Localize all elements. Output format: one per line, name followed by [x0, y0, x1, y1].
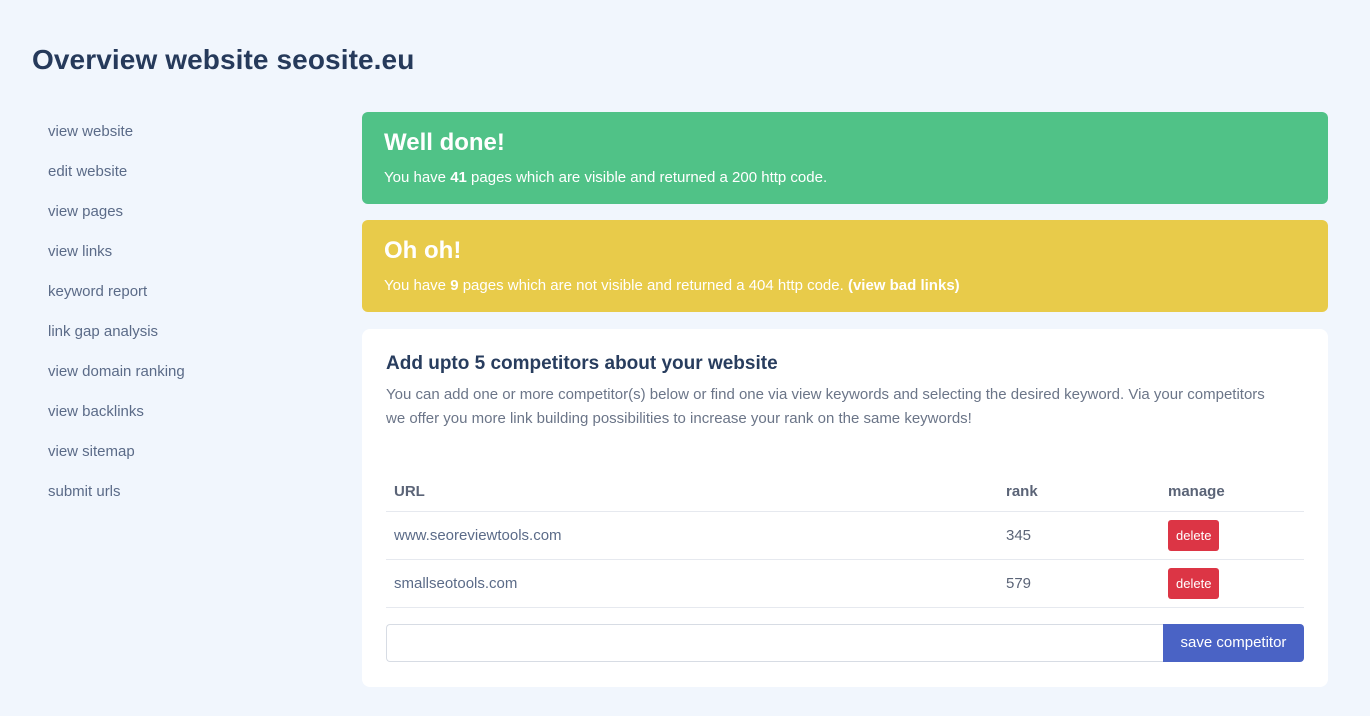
sidebar-item-view-pages[interactable]: view pages	[48, 192, 328, 232]
sidebar-item-keyword-report[interactable]: keyword report	[48, 272, 328, 312]
save-competitor-button[interactable]: save competitor	[1163, 623, 1304, 662]
delete-button[interactable]: delete	[1168, 519, 1220, 551]
table-row: smallseotools.com 579 delete	[386, 559, 1304, 608]
visible-pages-count: 41	[450, 169, 467, 186]
column-header-manage: manage	[1160, 473, 1304, 512]
competitors-card: Add upto 5 competitors about your websit…	[362, 329, 1328, 687]
page-title: Overview website seosite.eu	[32, 44, 415, 75]
competitor-rank: 345	[998, 511, 1160, 560]
table-row: www.seoreviewtools.com 345 delete	[386, 511, 1304, 560]
warning-alert-suffix: pages which are not visible and returned…	[458, 277, 848, 294]
view-bad-links-link[interactable]: view bad links	[853, 277, 955, 294]
manage-cell: delete	[1160, 511, 1304, 560]
column-header-rank: rank	[998, 473, 1160, 512]
warning-alert-prefix: You have	[384, 277, 451, 294]
link-close-paren: )	[954, 277, 960, 294]
not-visible-pages-count: 9	[450, 277, 459, 294]
warning-alert-text: You have 9 pages which are not visible a…	[384, 276, 1306, 296]
competitor-url: smallseotools.com	[386, 559, 998, 608]
sidebar-nav: view website edit website view pages vie…	[48, 112, 328, 512]
add-competitor-form: save competitor	[386, 623, 1304, 662]
competitor-url-input[interactable]	[386, 623, 1163, 662]
competitors-title: Add upto 5 competitors about your websit…	[386, 353, 778, 374]
delete-button[interactable]: delete	[1168, 567, 1220, 599]
success-alert-prefix: You have	[384, 169, 451, 186]
sidebar-item-view-links[interactable]: view links	[48, 232, 328, 272]
competitors-description: You can add one or more competitor(s) be…	[386, 386, 1265, 427]
table-header-row: URL rank manage	[386, 473, 1304, 512]
warning-alert: Oh oh! You have 9 pages which are not vi…	[362, 220, 1328, 312]
sidebar-item-edit-website[interactable]: edit website	[48, 152, 328, 192]
sidebar-item-view-backlinks[interactable]: view backlinks	[48, 392, 328, 432]
sidebar-item-view-website[interactable]: view website	[48, 112, 328, 152]
success-alert-heading: Well done!	[384, 129, 505, 156]
success-alert: Well done! You have 41 pages which are v…	[362, 112, 1328, 204]
competitor-url: www.seoreviewtools.com	[386, 511, 998, 560]
sidebar-item-link-gap-analysis[interactable]: link gap analysis	[48, 312, 328, 352]
sidebar-item-submit-urls[interactable]: submit urls	[48, 472, 328, 512]
sidebar-item-view-sitemap[interactable]: view sitemap	[48, 432, 328, 472]
sidebar-item-view-domain-ranking[interactable]: view domain ranking	[48, 352, 328, 392]
manage-cell: delete	[1160, 559, 1304, 608]
warning-alert-heading: Oh oh!	[384, 237, 462, 264]
competitors-table: URL rank manage www.seoreviewtools.com 3…	[386, 473, 1304, 608]
success-alert-suffix: pages which are visible and returned a 2…	[466, 169, 828, 186]
competitor-rank: 579	[998, 559, 1160, 608]
main-content: Well done! You have 41 pages which are v…	[362, 112, 1328, 687]
column-header-url: URL	[386, 473, 998, 512]
success-alert-text: You have 41 pages which are visible and …	[384, 168, 1306, 188]
